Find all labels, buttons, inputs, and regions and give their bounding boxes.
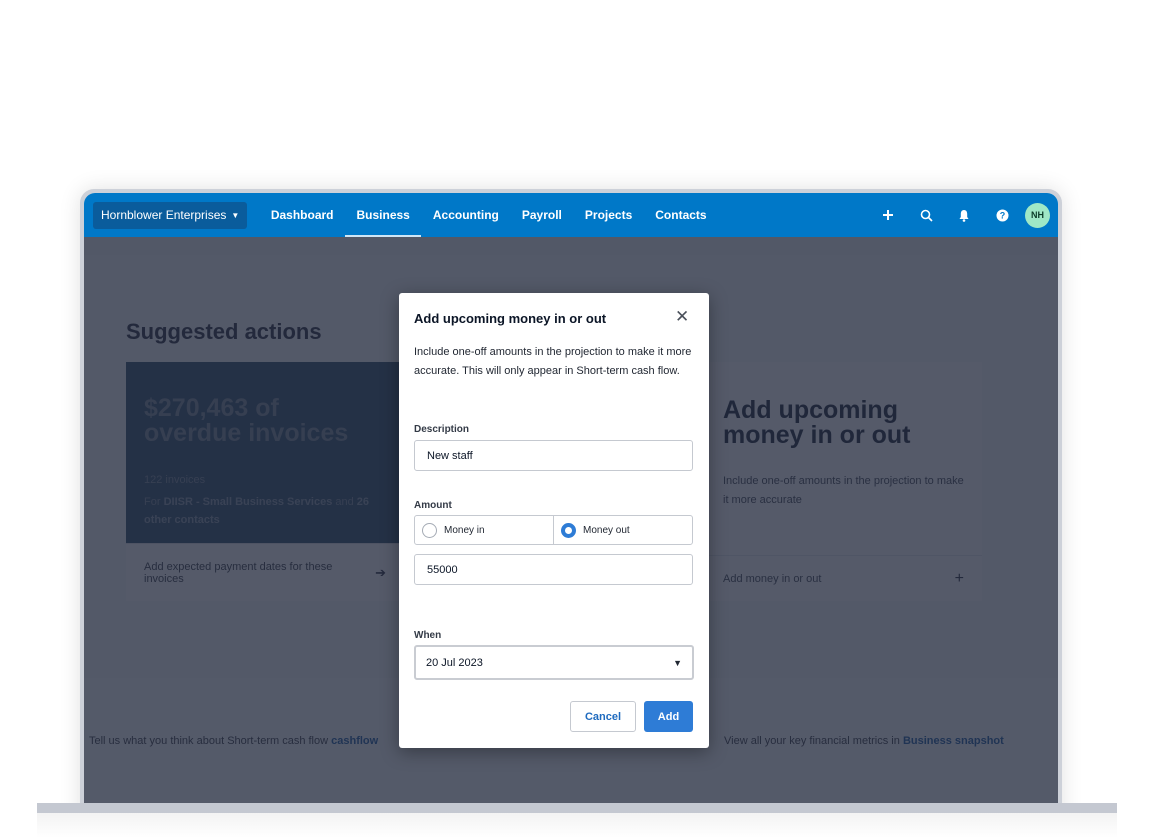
plus-icon[interactable]	[869, 193, 907, 237]
nav-menu: Dashboard Business Accounting Payroll Pr…	[259, 193, 718, 237]
money-direction-radio-group: Money in Money out	[414, 515, 693, 545]
add-button[interactable]: Add	[644, 701, 693, 732]
cancel-button[interactable]: Cancel	[570, 701, 636, 732]
when-date-select[interactable]: 20 Jul 2023 ▼	[414, 645, 694, 680]
money-out-radio[interactable]: Money out	[553, 516, 692, 544]
help-icon[interactable]: ?	[983, 193, 1021, 237]
nav-item-accounting[interactable]: Accounting	[421, 193, 510, 237]
bell-icon[interactable]	[945, 193, 983, 237]
close-icon[interactable]: ✕	[675, 307, 689, 327]
caret-down-icon: ▼	[231, 210, 240, 220]
amount-label: Amount	[414, 500, 452, 511]
radio-unchecked-icon	[422, 522, 437, 538]
svg-text:?: ?	[999, 210, 1005, 220]
user-avatar[interactable]: NH	[1025, 202, 1050, 228]
description-input[interactable]: New staff	[414, 440, 693, 471]
money-out-label: Money out	[583, 524, 630, 536]
laptop-base	[37, 803, 1117, 813]
org-name: Hornblower Enterprises	[101, 208, 227, 222]
money-in-label: Money in	[444, 524, 485, 536]
caret-down-icon: ▼	[673, 657, 682, 668]
add-money-modal: Add upcoming money in or out ✕ Include o…	[399, 293, 709, 748]
money-in-radio[interactable]: Money in	[415, 516, 553, 544]
modal-title: Add upcoming money in or out	[414, 311, 607, 326]
when-label: When	[414, 630, 442, 641]
description-label: Description	[414, 424, 470, 435]
search-icon[interactable]	[907, 193, 945, 237]
nav-actions: ? NH	[869, 193, 1050, 237]
radio-checked-icon	[561, 522, 576, 538]
org-switcher-button[interactable]: Hornblower Enterprises ▼	[93, 201, 248, 229]
amount-input[interactable]: 55000	[414, 554, 693, 585]
nav-item-projects[interactable]: Projects	[573, 193, 643, 237]
laptop-base-shadow	[37, 813, 1117, 838]
nav-item-contacts[interactable]: Contacts	[644, 193, 718, 237]
nav-item-business[interactable]: Business	[345, 193, 422, 237]
nav-item-dashboard[interactable]: Dashboard	[259, 193, 345, 237]
app-screen: Hornblower Enterprises ▼ Dashboard Busin…	[84, 193, 1058, 803]
nav-item-payroll[interactable]: Payroll	[510, 193, 573, 237]
modal-description: Include one-off amounts in the projectio…	[414, 346, 692, 377]
top-navigation: Hornblower Enterprises ▼ Dashboard Busin…	[84, 193, 1058, 237]
when-value: 20 Jul 2023	[426, 656, 483, 669]
